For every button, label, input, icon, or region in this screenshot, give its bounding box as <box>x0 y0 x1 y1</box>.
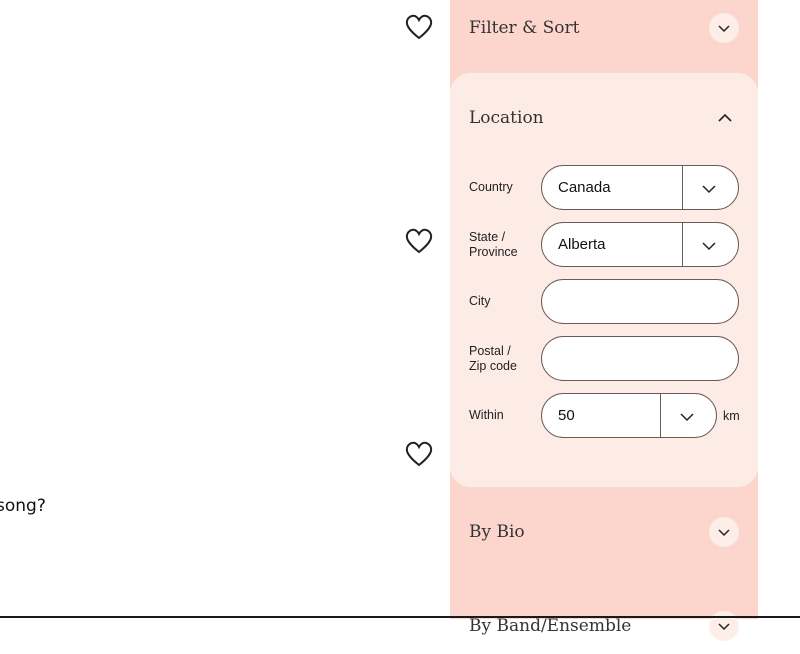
within-select[interactable]: 50 <box>541 393 717 438</box>
chevron-down-icon <box>718 623 730 631</box>
postal-input[interactable] <box>542 337 738 380</box>
chevron-down-icon[interactable] <box>700 179 718 197</box>
location-section: Location Country Canada State / Province… <box>450 73 758 487</box>
by-bio-header[interactable]: By Bio <box>450 504 758 560</box>
filter-sort-title: Filter & Sort <box>469 18 580 38</box>
favorite-heart-icon[interactable] <box>405 14 433 40</box>
city-label: City <box>469 294 491 308</box>
country-row: Country Canada <box>469 164 759 211</box>
favorite-heart-icon[interactable] <box>405 228 433 254</box>
state-label-line2: Province <box>469 244 518 259</box>
within-row: Within 50 km <box>469 392 759 439</box>
state-label: State / Province <box>469 230 541 260</box>
chevron-down-icon <box>718 25 730 33</box>
postal-label-line2: Zip code <box>469 358 517 373</box>
bottom-divider <box>0 616 800 618</box>
next-section-header[interactable]: By Band/Ensemble <box>450 598 758 654</box>
postal-label-line1: Postal / <box>469 343 511 358</box>
list-item-title: song? <box>0 496 46 516</box>
country-label: Country <box>469 180 513 194</box>
postal-input-wrapper <box>541 336 739 381</box>
filter-sort-toggle[interactable] <box>709 13 739 43</box>
postal-row: Postal / Zip code <box>469 335 759 382</box>
chevron-up-icon[interactable] <box>716 109 734 127</box>
postal-label: Postal / Zip code <box>469 344 541 374</box>
city-input[interactable] <box>542 280 738 323</box>
by-bio-toggle[interactable] <box>709 517 739 547</box>
state-row: State / Province Alberta <box>469 221 759 268</box>
filter-panel: Filter & Sort Location Country Canada St… <box>450 0 758 641</box>
by-bio-title: By Bio <box>469 522 525 542</box>
location-title: Location <box>469 108 544 128</box>
next-section-title: By Band/Ensemble <box>469 616 632 636</box>
chevron-down-icon <box>718 529 730 537</box>
state-label-line1: State / <box>469 229 506 244</box>
country-select[interactable]: Canada <box>541 165 739 210</box>
city-input-wrapper <box>541 279 739 324</box>
chevron-down-icon[interactable] <box>678 407 696 425</box>
within-unit: km <box>723 408 740 423</box>
favorite-heart-icon[interactable] <box>405 441 433 467</box>
within-label: Within <box>469 408 504 422</box>
city-row: City <box>469 278 759 325</box>
filter-sort-header[interactable]: Filter & Sort <box>450 0 758 56</box>
location-header[interactable]: Location <box>469 105 739 131</box>
state-select[interactable]: Alberta <box>541 222 739 267</box>
chevron-down-icon[interactable] <box>700 236 718 254</box>
